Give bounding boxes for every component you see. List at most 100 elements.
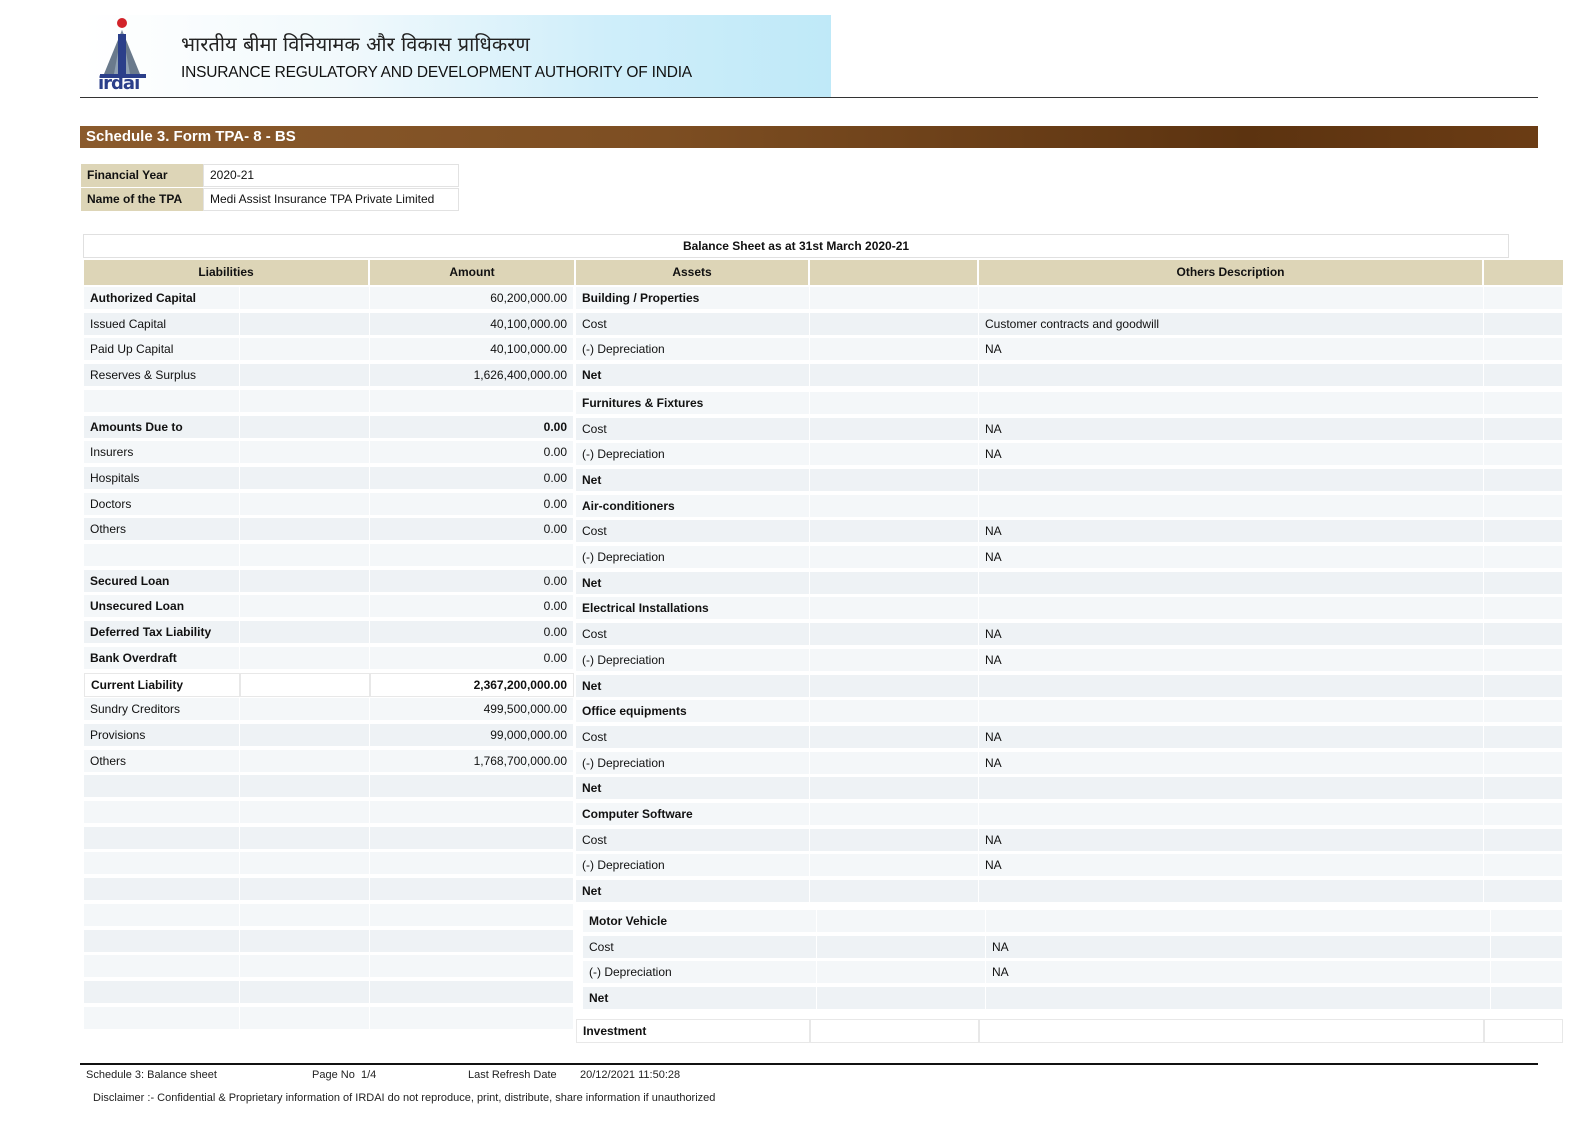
asset-description: NA [979,520,1484,545]
asset-extra [1484,803,1563,827]
liability-amount [370,826,574,851]
header-assets: Assets [576,260,808,285]
asset-extra [1484,287,1563,311]
asset-label: Net [576,364,810,389]
asset-label: Net [576,468,810,493]
asset-description [979,674,1484,699]
liability-spacer [240,595,370,620]
asset-label: Cost [576,828,810,853]
asset-extra [1484,443,1563,468]
asset-description: NA [979,338,1484,363]
asset-value [810,287,979,311]
asset-label: (-) Depreciation [576,546,810,570]
asset-description: Customer contracts and goodwill [979,312,1484,337]
footer-refresh-label: Last Refresh Date [468,1069,557,1081]
liability-spacer [240,441,370,466]
motor-vehicle-label: (-) Depreciation [583,961,817,986]
motor-vehicle-label: Cost [583,935,817,960]
asset-description [979,287,1484,311]
liability-spacer [240,492,370,517]
header-assets-value [810,260,977,285]
liability-spacer [240,723,370,748]
asset-label: (-) Depreciation [576,648,810,673]
liability-spacer [240,646,370,671]
liability-amount [370,955,574,980]
liability-spacer [240,698,370,723]
asset-value [810,312,979,337]
liability-spacer [240,544,370,568]
liability-label: Bank Overdraft [84,646,240,671]
liability-label: Authorized Capital [84,287,240,311]
asset-label: Cost [576,520,810,545]
liability-label: Deferred Tax Liability [84,621,240,646]
liability-amount: 0.00 [370,441,574,466]
asset-description [979,597,1484,622]
liability-amount: 2,367,200,000.00 [370,672,574,697]
asset-description [979,364,1484,389]
footer-page-value: 1/4 [361,1069,377,1081]
asset-extra [1484,338,1563,363]
liability-amount [370,544,574,568]
header-others-description: Others Description [979,260,1482,285]
liability-amount [370,878,574,903]
tpa-name-value: Medi Assist Insurance TPA Private Limite… [203,188,459,211]
liability-label [84,775,240,800]
liability-label [84,544,240,568]
liability-label [84,929,240,954]
liability-amount: 1,768,700,000.00 [370,749,574,774]
asset-extra [1484,854,1563,879]
liability-label: Provisions [84,723,240,748]
motor-vehicle-extra [1491,961,1563,986]
liability-label [84,852,240,877]
header-extra [1484,260,1563,285]
liability-amount: 0.00 [370,415,574,440]
asset-description [979,468,1484,493]
liability-amount: 40,100,000.00 [370,312,574,337]
liability-label [84,826,240,851]
liability-label: Hospitals [84,466,240,491]
asset-value [810,777,979,802]
asset-extra [1484,391,1563,416]
liability-label: Doctors [84,492,240,517]
asset-extra [1484,468,1563,493]
asset-label: Net [576,674,810,699]
asset-description: NA [979,725,1484,750]
asset-value [810,597,979,622]
hindi-title: भारतीय बीमा विनियामक और विकास प्राधिकरण [181,32,530,56]
liability-spacer [240,1006,370,1031]
liability-spacer [240,338,370,363]
header-divider [80,97,1538,98]
asset-value [810,751,979,776]
liability-spacer [240,287,370,311]
liability-spacer [240,903,370,928]
motor-vehicle-label: Motor Vehicle [583,910,817,934]
asset-label: (-) Depreciation [576,751,810,776]
liability-label: Amounts Due to [84,415,240,440]
asset-extra [1484,546,1563,570]
liability-label: Current Liability [84,672,240,697]
asset-label: Building / Properties [576,287,810,311]
asset-label: Cost [576,623,810,648]
liability-label [84,903,240,928]
footer-divider [80,1063,1538,1065]
liability-spacer [240,775,370,800]
liability-spacer [240,466,370,491]
financial-year-value: 2020-21 [203,164,459,187]
asset-extra [1484,700,1563,725]
asset-extra [1484,674,1563,699]
asset-value [810,417,979,442]
liability-spacer [240,312,370,337]
investment-value [810,1019,979,1043]
asset-extra [1484,312,1563,337]
liability-spacer [240,955,370,980]
asset-value [810,700,979,725]
motor-vehicle-value [817,987,986,1012]
asset-value [810,571,979,596]
asset-extra [1484,725,1563,750]
asset-label: Cost [576,417,810,442]
asset-label: (-) Depreciation [576,443,810,468]
asset-description [979,571,1484,596]
asset-description [979,494,1484,519]
asset-extra [1484,494,1563,519]
asset-description [979,880,1484,905]
